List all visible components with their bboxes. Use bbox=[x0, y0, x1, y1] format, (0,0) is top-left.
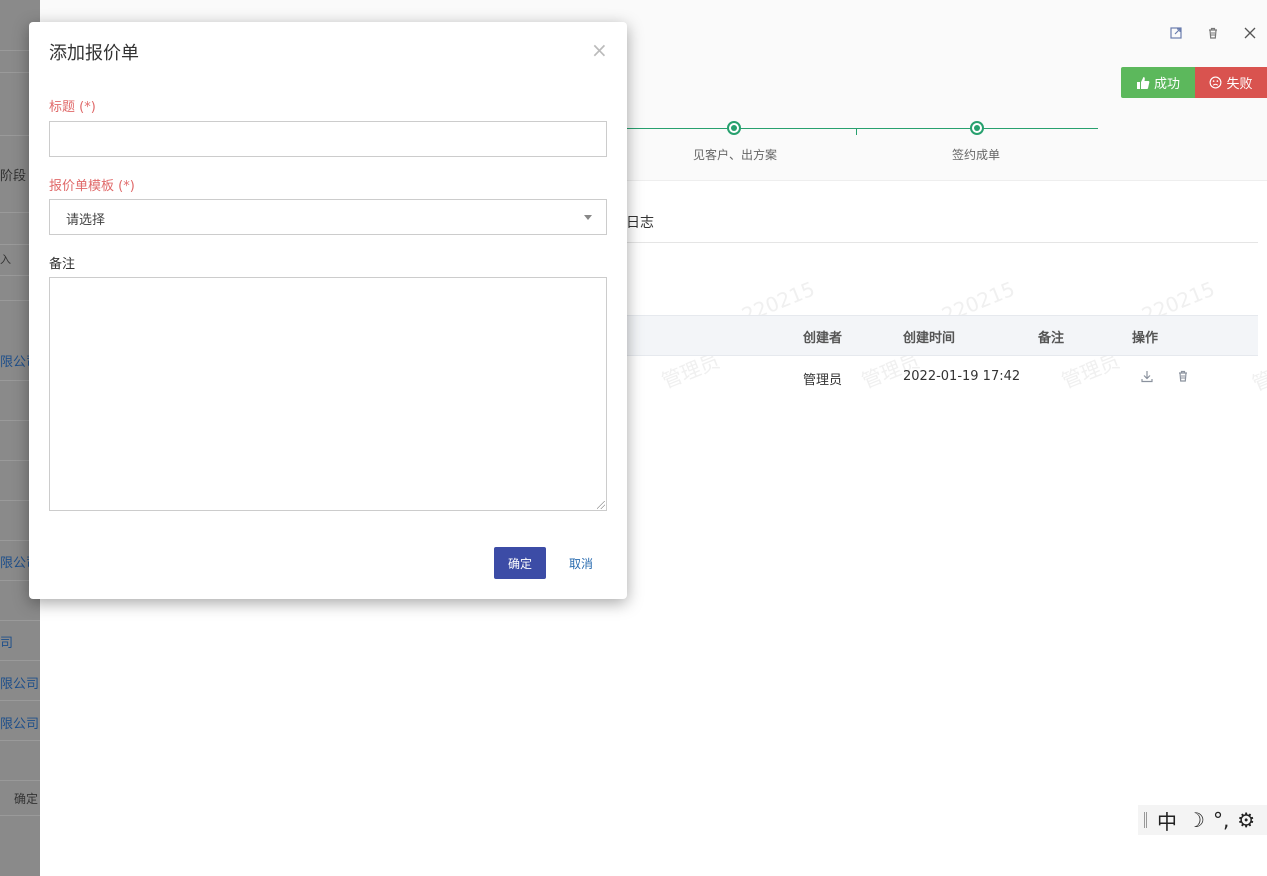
column-header: 创建时间 bbox=[903, 331, 956, 346]
success-label: 成功 bbox=[1153, 77, 1180, 92]
template-select-value: 请选择 bbox=[66, 213, 106, 228]
bg-divider bbox=[0, 780, 40, 781]
stage-tick bbox=[856, 128, 857, 135]
bg-text: 阶段 bbox=[0, 169, 27, 184]
fail-label: 失败 bbox=[1226, 77, 1253, 92]
thumbs-up-icon bbox=[1136, 76, 1150, 89]
add-quotation-dialog: 添加报价单 × 标题 (*) 报价单模板 (*) 请选择 备注 确定 取消 bbox=[29, 22, 627, 599]
bg-confirm-text: 确定 bbox=[14, 792, 39, 806]
close-icon[interactable]: × bbox=[591, 40, 608, 60]
tab-log[interactable]: 日志 bbox=[626, 212, 654, 232]
confirm-button[interactable]: 确定 bbox=[494, 547, 546, 579]
bg-divider bbox=[0, 620, 40, 621]
dialog-title: 添加报价单 bbox=[49, 43, 139, 64]
gear-icon[interactable]: ⚙ bbox=[1237, 808, 1255, 832]
column-header: 创建者 bbox=[803, 331, 843, 346]
title-label: 标题 (*) bbox=[49, 100, 96, 115]
stage-label: 见客户、出方案 bbox=[693, 148, 778, 162]
stage-progress-line bbox=[586, 128, 1098, 129]
trash-icon[interactable] bbox=[1176, 369, 1192, 385]
chevron-down-icon bbox=[584, 215, 592, 220]
cancel-button[interactable]: 取消 bbox=[569, 555, 593, 572]
stage-label: 签约成单 bbox=[952, 148, 1001, 162]
table-header: 创建者 创建时间 备注 操作 bbox=[626, 315, 1258, 356]
bg-divider bbox=[0, 815, 40, 816]
close-icon[interactable] bbox=[1242, 26, 1258, 42]
sad-face-icon bbox=[1210, 76, 1222, 89]
fail-button[interactable]: 失败 bbox=[1195, 67, 1267, 98]
cell-created-at: 2022-01-19 17:42 bbox=[903, 369, 1021, 384]
ime-language-toggle[interactable]: 中 bbox=[1157, 806, 1177, 835]
template-label: 报价单模板 (*) bbox=[49, 179, 135, 194]
remark-textarea[interactable] bbox=[49, 277, 607, 511]
template-select[interactable]: 请选择 bbox=[49, 199, 607, 235]
bg-divider bbox=[0, 740, 40, 741]
tab-divider bbox=[626, 242, 1258, 243]
watermark-text: 管 bbox=[1248, 366, 1267, 396]
remark-label: 备注 bbox=[49, 257, 76, 272]
bg-link: 司 bbox=[0, 636, 14, 651]
resize-handle-icon[interactable] bbox=[597, 501, 605, 509]
column-header: 操作 bbox=[1132, 331, 1159, 346]
bg-link: 限公司 bbox=[0, 677, 40, 692]
stage-dot[interactable] bbox=[970, 121, 984, 135]
ime-grip[interactable] bbox=[1144, 812, 1147, 828]
download-icon[interactable] bbox=[1140, 369, 1156, 385]
trash-icon[interactable] bbox=[1205, 26, 1221, 42]
column-header: 备注 bbox=[1038, 331, 1065, 346]
bg-divider bbox=[0, 700, 40, 701]
bg-text: 入 bbox=[0, 253, 11, 266]
ime-toolbar[interactable]: 中 ☽ °, ⚙ bbox=[1138, 805, 1267, 835]
cell-creator: 管理员 bbox=[803, 373, 843, 388]
moon-icon[interactable]: ☽ bbox=[1187, 808, 1205, 832]
success-button[interactable]: 成功 bbox=[1121, 67, 1195, 98]
bg-divider bbox=[0, 660, 40, 661]
external-link-icon[interactable] bbox=[1168, 26, 1184, 42]
punctuation-icon[interactable]: °, bbox=[1213, 808, 1229, 832]
title-input[interactable] bbox=[49, 121, 607, 157]
bg-link: 限公司 bbox=[0, 717, 40, 732]
stage-dot[interactable] bbox=[727, 121, 741, 135]
